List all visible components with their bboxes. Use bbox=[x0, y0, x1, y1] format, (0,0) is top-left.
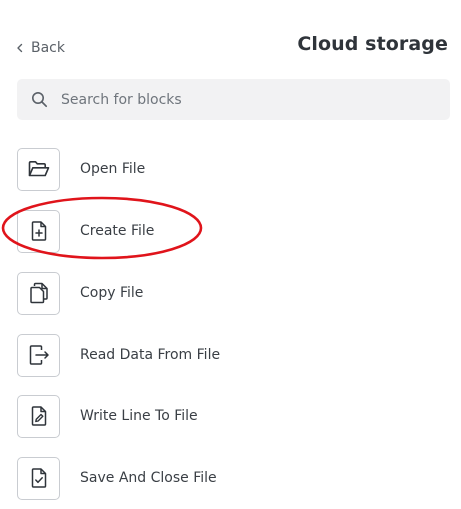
search-input[interactable] bbox=[59, 90, 433, 109]
file-export-icon bbox=[29, 345, 49, 365]
block-open-file[interactable]: Open File bbox=[17, 146, 447, 192]
page-title: Cloud storage bbox=[297, 33, 448, 55]
block-label: Read Data From File bbox=[80, 347, 221, 363]
file-edit-icon bbox=[31, 406, 46, 426]
header: Back Cloud storage bbox=[0, 0, 461, 80]
back-button[interactable]: Back bbox=[16, 38, 65, 58]
file-check-icon bbox=[31, 468, 46, 488]
block-label: Open File bbox=[80, 161, 146, 177]
search-icon bbox=[30, 91, 48, 109]
block-tile bbox=[17, 147, 60, 191]
block-label: Copy File bbox=[80, 285, 144, 301]
block-tile bbox=[17, 271, 60, 315]
chevron-left-icon bbox=[17, 43, 23, 53]
back-label: Back bbox=[31, 40, 65, 56]
block-label: Write Line To File bbox=[80, 408, 198, 424]
block-read-data-from-file[interactable]: Read Data From File bbox=[17, 332, 447, 378]
block-write-line-to-file[interactable]: Write Line To File bbox=[17, 393, 447, 439]
block-save-and-close-file[interactable]: Save And Close File bbox=[17, 455, 447, 501]
block-tile bbox=[17, 333, 60, 377]
block-tile bbox=[17, 456, 60, 500]
block-copy-file[interactable]: Copy File bbox=[17, 270, 447, 316]
block-label: Save And Close File bbox=[80, 470, 217, 486]
block-create-file[interactable]: Create File bbox=[17, 208, 447, 254]
block-label: Create File bbox=[80, 223, 155, 239]
block-tile bbox=[17, 394, 60, 438]
search-box[interactable] bbox=[17, 79, 450, 120]
file-plus-icon bbox=[31, 221, 46, 241]
folder-open-icon bbox=[28, 161, 49, 177]
block-tile bbox=[17, 209, 60, 253]
copy-file-icon bbox=[29, 282, 48, 304]
